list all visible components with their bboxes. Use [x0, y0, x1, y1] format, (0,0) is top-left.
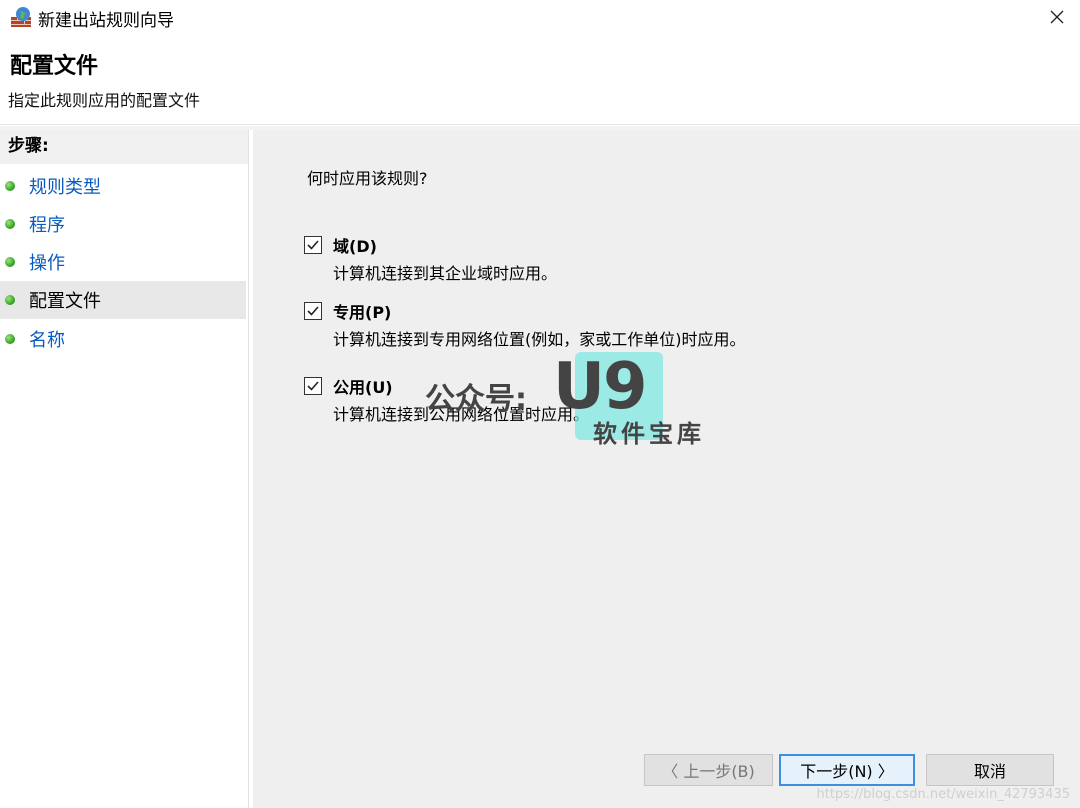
- close-button[interactable]: [1034, 0, 1080, 36]
- sidebar-item-profile[interactable]: 配置文件: [0, 281, 246, 319]
- domain-checkbox[interactable]: [304, 236, 322, 254]
- main-content: 何时应用该规则? 域(D) 计算机连接到其企业域时应用。 专用(P) 计算机连接…: [253, 130, 1080, 808]
- option-description: 计算机连接到公用网络位置时应用。: [333, 405, 590, 424]
- step-status-icon: [5, 334, 15, 344]
- window-title: 新建出站规则向导: [38, 11, 174, 31]
- wizard-header: 配置文件 指定此规则应用的配置文件: [0, 36, 1080, 125]
- sidebar-item-rule-type[interactable]: 规则类型: [0, 167, 246, 205]
- option-title[interactable]: 域(D): [333, 233, 377, 257]
- sidebar-item-label: 名称: [29, 330, 65, 351]
- sidebar-item-name[interactable]: 名称: [0, 320, 246, 358]
- chevron-right-icon: 〉: [877, 762, 894, 781]
- page-subtitle: 指定此规则应用的配置文件: [8, 91, 201, 110]
- sidebar-item-label: 程序: [29, 215, 65, 236]
- option-title[interactable]: 专用(P): [333, 299, 391, 323]
- sidebar-item-label: 配置文件: [29, 291, 101, 312]
- url-watermark: https://blog.csdn.net/weixin_42793435: [816, 787, 1070, 802]
- option-title[interactable]: 公用(U): [333, 374, 393, 398]
- step-status-icon: [5, 181, 15, 191]
- option-description: 计算机连接到其企业域时应用。: [333, 264, 558, 283]
- sidebar-item-program[interactable]: 程序: [0, 205, 246, 243]
- checkmark-icon: [307, 381, 319, 391]
- close-icon: [1050, 9, 1064, 28]
- sidebar-item-label: 规则类型: [29, 177, 101, 198]
- sidebar-item-label: 操作: [29, 253, 65, 274]
- step-status-icon: [5, 295, 15, 305]
- steps-sidebar: 步骤: 规则类型 程序 操作 配置文件 名称: [0, 130, 249, 808]
- cancel-button[interactable]: 取消: [926, 754, 1054, 786]
- steps-label: 步骤:: [0, 130, 248, 164]
- sidebar-item-action[interactable]: 操作: [0, 243, 246, 281]
- page-title: 配置文件: [10, 54, 99, 79]
- chevron-left-icon: 〈: [662, 762, 679, 781]
- checkmark-icon: [307, 306, 319, 316]
- private-checkbox[interactable]: [304, 302, 322, 320]
- step-status-icon: [5, 257, 15, 267]
- next-button[interactable]: 下一步(N) 〉: [779, 754, 915, 786]
- back-button[interactable]: 〈 上一步(B): [644, 754, 773, 786]
- firewall-globe-icon: [10, 6, 32, 28]
- checkmark-icon: [307, 240, 319, 250]
- question-text: 何时应用该规则?: [307, 169, 428, 188]
- step-status-icon: [5, 219, 15, 229]
- public-checkbox[interactable]: [304, 377, 322, 395]
- option-description: 计算机连接到专用网络位置(例如，家或工作单位)时应用。: [333, 330, 746, 349]
- title-bar: 新建出站规则向导: [0, 0, 1080, 36]
